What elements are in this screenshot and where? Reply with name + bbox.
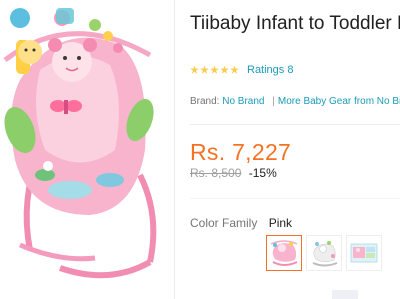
more-from-brand-link[interactable]: More Baby Gear from No Br [278, 96, 400, 107]
rocker-white-thumbnail [312, 241, 338, 267]
star-icon [210, 65, 219, 74]
color-family-row: Color Family Pink [190, 216, 292, 230]
ratings-count-link[interactable]: Ratings 8 [247, 64, 293, 76]
rocker-base-front [59, 259, 152, 279]
star-icon [220, 65, 229, 74]
color-swatches [266, 235, 382, 271]
brand-separator: | [272, 96, 275, 107]
brand-label: Brand: [190, 96, 220, 107]
quantity-control[interactable] [332, 290, 358, 299]
rocker-base-back [19, 242, 96, 262]
color-family-label: Color Family [190, 216, 258, 230]
swatch-white-rocker[interactable] [306, 235, 342, 271]
brand-link[interactable]: No Brand [222, 96, 264, 107]
section-divider [190, 124, 400, 125]
brand-row: Brand: No Brand | More Baby Gear from No … [190, 96, 400, 107]
product-main-image[interactable] [0, 0, 162, 299]
rating-stars [190, 65, 239, 75]
rocker-pink-thumbnail [270, 240, 298, 266]
star-icon [190, 65, 199, 74]
current-price: Rs. 7,227 [190, 139, 292, 165]
price-comparison: Rs. 8,500 -15% [190, 166, 277, 180]
gallery-divider [174, 0, 175, 299]
swatch-pink-rocker[interactable] [266, 235, 302, 271]
discount-percent: -15% [248, 166, 277, 180]
baby-rocker-illustration [3, 8, 157, 279]
rocker-frame-right [137, 173, 157, 263]
section-divider [190, 198, 400, 199]
selected-color-value: Pink [268, 216, 293, 230]
toy-fish [10, 8, 30, 28]
rocker-box-thumbnail [350, 243, 378, 263]
swatch-boxed-rocker[interactable] [346, 235, 382, 271]
product-title: Tiibaby Infant to Toddler R [190, 13, 400, 34]
star-icon [200, 65, 209, 74]
original-price: Rs. 8,500 [190, 166, 242, 180]
star-icon [230, 65, 239, 74]
rating-summary: Ratings 8 [190, 63, 293, 77]
